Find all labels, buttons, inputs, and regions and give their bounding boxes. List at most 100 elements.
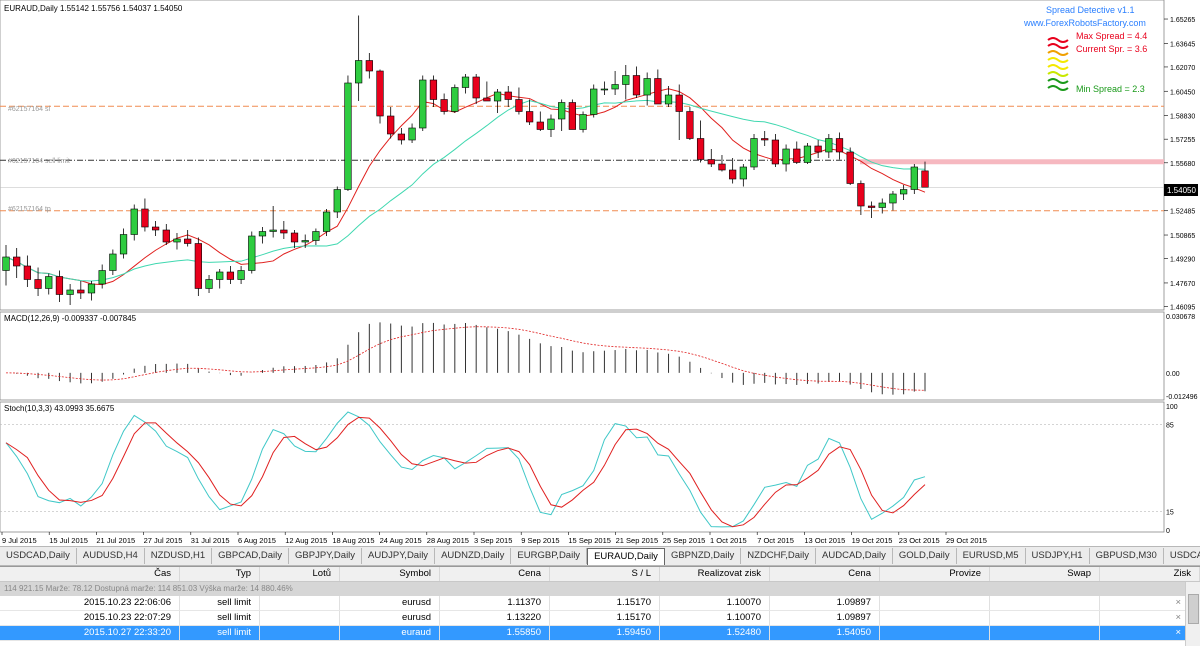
candle-body [258, 231, 267, 237]
terminal-order-row[interactable]: 2015.10.23 22:07:29 sell limit eurusd 1.132… [0, 611, 1200, 626]
date-tick-label: 21 Sep 2015 [616, 536, 659, 545]
spread-max: Max Spread = 4.4 [1076, 31, 1147, 41]
candle-body [643, 78, 651, 96]
candle-body [151, 226, 160, 231]
terminal-column-header[interactable]: Lotů [260, 567, 340, 581]
chart-tab[interactable]: NZDCHF,Daily [741, 548, 817, 564]
terminal-column-header[interactable]: Swap [990, 567, 1100, 581]
chart-tab[interactable]: AUDUSD,H4 [77, 548, 145, 564]
candle-body [846, 151, 854, 184]
chart-tab[interactable]: USDCAD,Daily [0, 548, 77, 564]
chart-tab[interactable]: AUDJPY,Daily [362, 548, 436, 564]
spread-title: Spread Detective v1.1 [1046, 5, 1135, 15]
chart-area[interactable]: 1.65265 1.63645 1.62070 1.60450 1.58830 1.572… [0, 0, 1200, 545]
chart-tab[interactable]: GBPCAD,Daily [212, 548, 290, 564]
terminal-column-header[interactable]: Realizovat zisk [660, 567, 770, 581]
chart-tab[interactable]: USDCAD,H4 [1164, 548, 1200, 564]
stoch-label: Stoch(10,3,3) 43.0993 35.6675 [4, 404, 115, 413]
price-tick-label: 1.62070 [1170, 65, 1195, 72]
chart-tab[interactable]: GOLD,Daily [893, 548, 957, 564]
candle-body [408, 127, 416, 141]
candle-body [344, 82, 352, 190]
price-tick-label: 1.57255 [1170, 137, 1195, 144]
candle-body [536, 121, 544, 130]
chart-tab[interactable]: AUDCAD,Daily [816, 548, 893, 564]
stoch-scale-label: 85 [1166, 423, 1174, 430]
candle-body [141, 208, 149, 228]
stoch-scale-label: 100 [1166, 404, 1178, 411]
price-tick-label: 1.46095 [1170, 305, 1195, 312]
candle-body [825, 138, 833, 153]
order-line-sl-label: #62157164 sl [8, 106, 50, 113]
candle-body [558, 102, 566, 120]
terminal-column-header[interactable]: S / L [550, 567, 660, 581]
terminal-column-header[interactable]: Cena [770, 567, 880, 581]
candle-body [87, 283, 96, 294]
price-tick-label: 1.49290 [1170, 257, 1195, 264]
chart-tab[interactable]: EURAUD,Daily [587, 548, 665, 565]
order-cell-commission [880, 596, 990, 610]
candle-body [590, 88, 598, 115]
terminal-column-header[interactable]: Čas [0, 567, 180, 581]
order-cell-tp: 1.10070 [660, 596, 770, 610]
chart-tab[interactable]: GBPUSD,M30 [1090, 548, 1164, 564]
terminal-column-header[interactable]: Zisk [1100, 567, 1200, 581]
terminal-column-header[interactable]: Cena [440, 567, 550, 581]
candle-body [66, 289, 74, 295]
candle-body [889, 193, 897, 204]
terminal-scrollbar[interactable] [1185, 582, 1200, 646]
order-cell-time: 2015.10.23 22:06:06 [0, 596, 180, 610]
candle-body [301, 240, 309, 243]
candle-body [568, 102, 576, 130]
candle-body [397, 133, 405, 141]
candle-body [814, 145, 822, 153]
candle-body [23, 265, 31, 280]
terminal-column-header[interactable]: Provize [880, 567, 990, 581]
candle-body [526, 111, 534, 123]
order-line-tp-label: #62157164 tp [8, 206, 51, 213]
date-tick-label: 24 Aug 2015 [380, 536, 422, 545]
terminal-header-row: Čas Typ Lotů Symbol Cena S / L Realizovat zisk… [0, 567, 1200, 582]
candle-body [290, 232, 299, 243]
stoch-scale-label: 0 [1166, 528, 1170, 535]
terminal-order-row[interactable]: 2015.10.27 22:33:20 sell limit euraud 1.558… [0, 626, 1200, 641]
terminal-column-header[interactable]: Symbol [340, 567, 440, 581]
order-cell-cur: 1.09897 [770, 596, 880, 610]
date-tick-label: 15 Sep 2015 [568, 536, 611, 545]
candle-body [707, 159, 715, 165]
terminal-order-row[interactable]: 2015.10.23 22:06:06 sell limit eurusd 1.113… [0, 596, 1200, 611]
order-cell-symbol: euraud [340, 626, 440, 640]
price-tick-label: 1.55680 [1170, 161, 1195, 168]
chart-tab[interactable]: USDJPY,H1 [1026, 548, 1090, 564]
order-cell-symbol: eurusd [340, 611, 440, 625]
date-tick-label: 27 Jul 2015 [144, 536, 183, 545]
price-tick-label: 1.47670 [1170, 281, 1195, 288]
chart-tab[interactable]: NZDUSD,H1 [145, 548, 213, 564]
candle-body [504, 91, 512, 100]
candle-body [761, 138, 769, 141]
macd-scale-label: -0.012496 [1166, 394, 1198, 401]
terminal-column-header[interactable]: Typ [180, 567, 260, 581]
date-tick-label: 3 Sep 2015 [474, 536, 512, 545]
date-tick-label: 19 Oct 2015 [852, 536, 893, 545]
chart-svg[interactable]: 1.65265 1.63645 1.62070 1.60450 1.58830 1.572… [0, 0, 1200, 545]
order-cell-type: sell limit [180, 611, 260, 625]
candle-body [226, 271, 235, 280]
candle-body [184, 238, 192, 244]
candle-body [440, 99, 448, 112]
price-tick-label: 1.50865 [1170, 233, 1195, 240]
terminal-panel: Čas Typ Lotů Symbol Cena S / L Realizovat zisk… [0, 566, 1200, 646]
chart-tab[interactable]: EURGBP,Daily [511, 548, 588, 564]
chart-tab[interactable]: GBPJPY,Daily [289, 548, 363, 564]
chart-tab[interactable]: GBPNZD,Daily [665, 548, 742, 564]
candle-body [130, 208, 138, 235]
candle-body [322, 211, 331, 232]
chart-tab[interactable]: AUDNZD,Daily [435, 548, 512, 564]
date-tick-label: 13 Oct 2015 [804, 536, 845, 545]
chart-tab[interactable]: EURUSD,M5 [957, 548, 1026, 564]
date-tick-label: 18 Aug 2015 [332, 536, 374, 545]
order-cell-price: 1.11370 [440, 596, 550, 610]
candle-body [515, 99, 523, 112]
order-cell-tp: 1.52480 [660, 626, 770, 640]
date-tick-label: 1 Oct 2015 [710, 536, 747, 545]
